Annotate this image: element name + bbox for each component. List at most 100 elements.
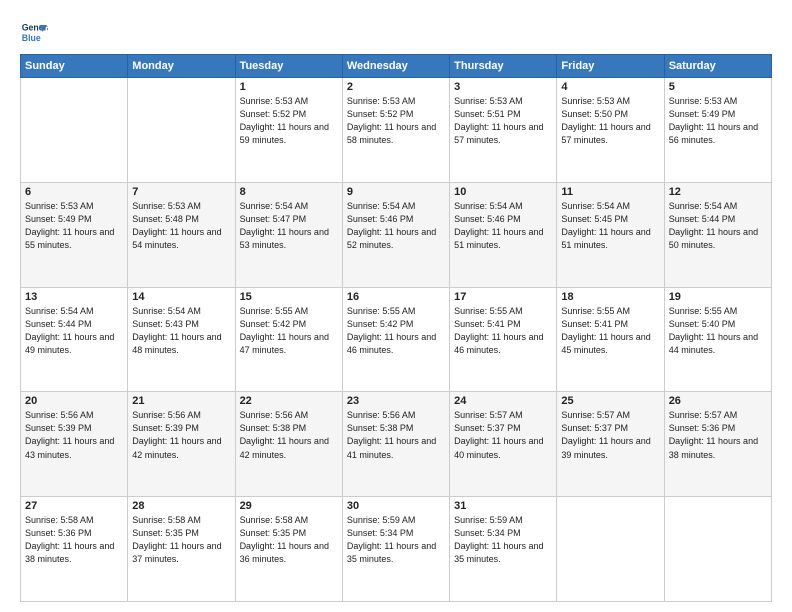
day-info: Sunrise: 5:57 AMSunset: 5:37 PMDaylight:… — [454, 409, 552, 461]
calendar-cell: 21 Sunrise: 5:56 AMSunset: 5:39 PMDaylig… — [128, 392, 235, 497]
day-number: 16 — [347, 291, 445, 303]
day-number: 22 — [240, 395, 338, 407]
calendar-cell: 20 Sunrise: 5:56 AMSunset: 5:39 PMDaylig… — [21, 392, 128, 497]
calendar-header-friday: Friday — [557, 55, 664, 78]
calendar-header-tuesday: Tuesday — [235, 55, 342, 78]
day-info: Sunrise: 5:54 AMSunset: 5:47 PMDaylight:… — [240, 200, 338, 252]
calendar-header-sunday: Sunday — [21, 55, 128, 78]
day-info: Sunrise: 5:53 AMSunset: 5:52 PMDaylight:… — [240, 95, 338, 147]
day-number: 6 — [25, 186, 123, 198]
day-info: Sunrise: 5:58 AMSunset: 5:36 PMDaylight:… — [25, 514, 123, 566]
calendar-week-row: 27 Sunrise: 5:58 AMSunset: 5:36 PMDaylig… — [21, 497, 772, 602]
day-info: Sunrise: 5:53 AMSunset: 5:49 PMDaylight:… — [669, 95, 767, 147]
calendar-cell: 10 Sunrise: 5:54 AMSunset: 5:46 PMDaylig… — [450, 182, 557, 287]
day-number: 3 — [454, 81, 552, 93]
day-info: Sunrise: 5:56 AMSunset: 5:39 PMDaylight:… — [132, 409, 230, 461]
calendar-cell: 9 Sunrise: 5:54 AMSunset: 5:46 PMDayligh… — [342, 182, 449, 287]
day-number: 2 — [347, 81, 445, 93]
day-number: 7 — [132, 186, 230, 198]
day-number: 18 — [561, 291, 659, 303]
day-number: 9 — [347, 186, 445, 198]
day-number: 25 — [561, 395, 659, 407]
calendar-cell — [128, 78, 235, 183]
calendar-cell: 5 Sunrise: 5:53 AMSunset: 5:49 PMDayligh… — [664, 78, 771, 183]
day-number: 24 — [454, 395, 552, 407]
calendar-cell: 27 Sunrise: 5:58 AMSunset: 5:36 PMDaylig… — [21, 497, 128, 602]
calendar-cell: 25 Sunrise: 5:57 AMSunset: 5:37 PMDaylig… — [557, 392, 664, 497]
calendar-header-wednesday: Wednesday — [342, 55, 449, 78]
day-number: 28 — [132, 500, 230, 512]
day-info: Sunrise: 5:54 AMSunset: 5:46 PMDaylight:… — [347, 200, 445, 252]
calendar-cell: 13 Sunrise: 5:54 AMSunset: 5:44 PMDaylig… — [21, 287, 128, 392]
calendar-cell: 31 Sunrise: 5:59 AMSunset: 5:34 PMDaylig… — [450, 497, 557, 602]
day-info: Sunrise: 5:58 AMSunset: 5:35 PMDaylight:… — [132, 514, 230, 566]
day-number: 10 — [454, 186, 552, 198]
day-info: Sunrise: 5:55 AMSunset: 5:42 PMDaylight:… — [347, 305, 445, 357]
day-info: Sunrise: 5:56 AMSunset: 5:38 PMDaylight:… — [347, 409, 445, 461]
day-number: 30 — [347, 500, 445, 512]
calendar-cell: 7 Sunrise: 5:53 AMSunset: 5:48 PMDayligh… — [128, 182, 235, 287]
calendar-cell: 24 Sunrise: 5:57 AMSunset: 5:37 PMDaylig… — [450, 392, 557, 497]
day-number: 8 — [240, 186, 338, 198]
calendar-cell: 29 Sunrise: 5:58 AMSunset: 5:35 PMDaylig… — [235, 497, 342, 602]
calendar-week-row: 13 Sunrise: 5:54 AMSunset: 5:44 PMDaylig… — [21, 287, 772, 392]
calendar-cell: 2 Sunrise: 5:53 AMSunset: 5:52 PMDayligh… — [342, 78, 449, 183]
day-info: Sunrise: 5:53 AMSunset: 5:51 PMDaylight:… — [454, 95, 552, 147]
calendar-cell: 11 Sunrise: 5:54 AMSunset: 5:45 PMDaylig… — [557, 182, 664, 287]
day-number: 1 — [240, 81, 338, 93]
calendar-cell: 18 Sunrise: 5:55 AMSunset: 5:41 PMDaylig… — [557, 287, 664, 392]
day-number: 23 — [347, 395, 445, 407]
day-info: Sunrise: 5:53 AMSunset: 5:50 PMDaylight:… — [561, 95, 659, 147]
calendar-cell: 15 Sunrise: 5:55 AMSunset: 5:42 PMDaylig… — [235, 287, 342, 392]
calendar-week-row: 20 Sunrise: 5:56 AMSunset: 5:39 PMDaylig… — [21, 392, 772, 497]
calendar-week-row: 6 Sunrise: 5:53 AMSunset: 5:49 PMDayligh… — [21, 182, 772, 287]
calendar-cell: 26 Sunrise: 5:57 AMSunset: 5:36 PMDaylig… — [664, 392, 771, 497]
calendar-cell — [664, 497, 771, 602]
calendar-cell: 14 Sunrise: 5:54 AMSunset: 5:43 PMDaylig… — [128, 287, 235, 392]
calendar-table: SundayMondayTuesdayWednesdayThursdayFrid… — [20, 54, 772, 602]
day-info: Sunrise: 5:53 AMSunset: 5:52 PMDaylight:… — [347, 95, 445, 147]
day-number: 21 — [132, 395, 230, 407]
day-info: Sunrise: 5:57 AMSunset: 5:37 PMDaylight:… — [561, 409, 659, 461]
logo: General Blue — [20, 18, 52, 46]
calendar-cell: 12 Sunrise: 5:54 AMSunset: 5:44 PMDaylig… — [664, 182, 771, 287]
calendar-cell: 22 Sunrise: 5:56 AMSunset: 5:38 PMDaylig… — [235, 392, 342, 497]
day-info: Sunrise: 5:54 AMSunset: 5:44 PMDaylight:… — [669, 200, 767, 252]
day-number: 15 — [240, 291, 338, 303]
calendar-cell: 4 Sunrise: 5:53 AMSunset: 5:50 PMDayligh… — [557, 78, 664, 183]
day-info: Sunrise: 5:58 AMSunset: 5:35 PMDaylight:… — [240, 514, 338, 566]
day-info: Sunrise: 5:53 AMSunset: 5:49 PMDaylight:… — [25, 200, 123, 252]
calendar-cell: 23 Sunrise: 5:56 AMSunset: 5:38 PMDaylig… — [342, 392, 449, 497]
day-info: Sunrise: 5:59 AMSunset: 5:34 PMDaylight:… — [454, 514, 552, 566]
calendar-cell — [557, 497, 664, 602]
calendar-header-row: SundayMondayTuesdayWednesdayThursdayFrid… — [21, 55, 772, 78]
day-number: 12 — [669, 186, 767, 198]
day-number: 19 — [669, 291, 767, 303]
calendar-cell: 17 Sunrise: 5:55 AMSunset: 5:41 PMDaylig… — [450, 287, 557, 392]
svg-text:Blue: Blue — [22, 33, 41, 43]
calendar-cell: 6 Sunrise: 5:53 AMSunset: 5:49 PMDayligh… — [21, 182, 128, 287]
day-info: Sunrise: 5:56 AMSunset: 5:38 PMDaylight:… — [240, 409, 338, 461]
day-number: 20 — [25, 395, 123, 407]
calendar-cell: 3 Sunrise: 5:53 AMSunset: 5:51 PMDayligh… — [450, 78, 557, 183]
calendar-cell: 28 Sunrise: 5:58 AMSunset: 5:35 PMDaylig… — [128, 497, 235, 602]
day-info: Sunrise: 5:54 AMSunset: 5:45 PMDaylight:… — [561, 200, 659, 252]
calendar-header-saturday: Saturday — [664, 55, 771, 78]
day-info: Sunrise: 5:56 AMSunset: 5:39 PMDaylight:… — [25, 409, 123, 461]
day-number: 27 — [25, 500, 123, 512]
calendar-header-monday: Monday — [128, 55, 235, 78]
calendar-cell: 19 Sunrise: 5:55 AMSunset: 5:40 PMDaylig… — [664, 287, 771, 392]
day-number: 14 — [132, 291, 230, 303]
day-number: 17 — [454, 291, 552, 303]
day-number: 11 — [561, 186, 659, 198]
day-info: Sunrise: 5:54 AMSunset: 5:46 PMDaylight:… — [454, 200, 552, 252]
page: General Blue SundayMondayTuesdayWednesda… — [0, 0, 792, 612]
calendar-cell: 16 Sunrise: 5:55 AMSunset: 5:42 PMDaylig… — [342, 287, 449, 392]
calendar-cell — [21, 78, 128, 183]
day-number: 26 — [669, 395, 767, 407]
day-info: Sunrise: 5:55 AMSunset: 5:40 PMDaylight:… — [669, 305, 767, 357]
calendar-cell: 1 Sunrise: 5:53 AMSunset: 5:52 PMDayligh… — [235, 78, 342, 183]
header: General Blue — [20, 18, 772, 46]
day-info: Sunrise: 5:55 AMSunset: 5:41 PMDaylight:… — [561, 305, 659, 357]
calendar-cell: 8 Sunrise: 5:54 AMSunset: 5:47 PMDayligh… — [235, 182, 342, 287]
